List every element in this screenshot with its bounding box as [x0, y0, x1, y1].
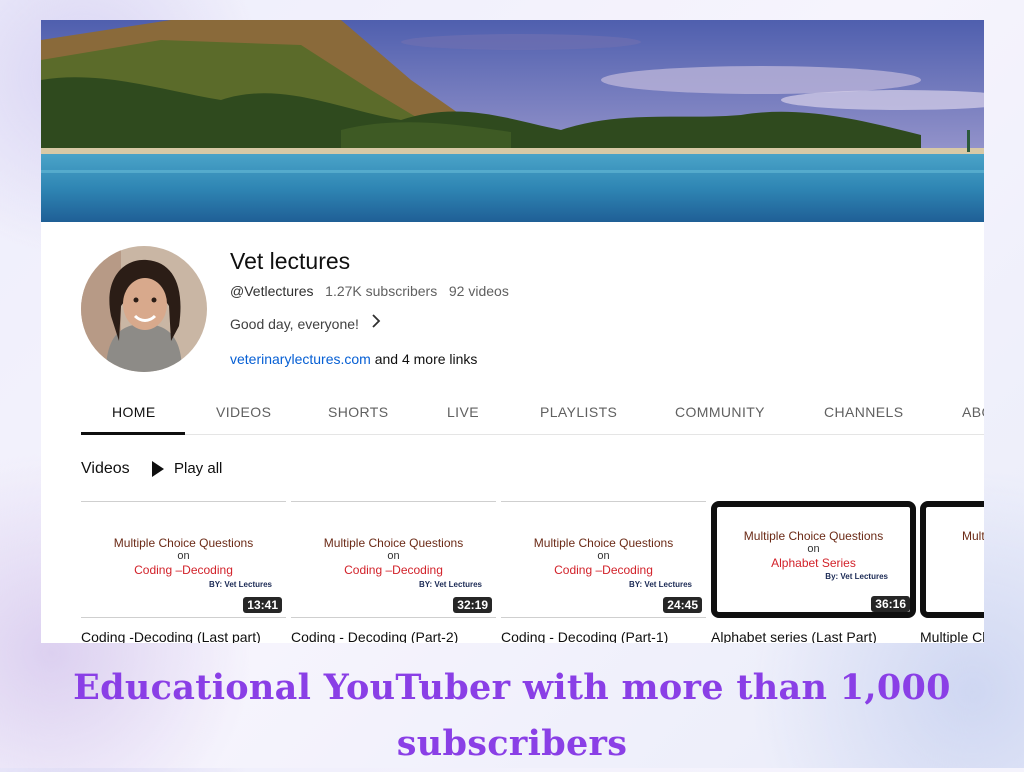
channel-website-link[interactable]: veterinarylectures.com [230, 351, 371, 367]
tab-playlists[interactable]: PLAYLISTS [540, 404, 617, 420]
thumbnail-text-line2: on [387, 550, 400, 562]
channel-tabs: HOME VIDEOS SHORTS LIVE PLAYLISTS COMMUN… [81, 390, 984, 435]
play-all-button[interactable]: Play all [152, 460, 222, 477]
tab-channels[interactable]: CHANNELS [824, 404, 903, 420]
thumbnail-text-line1: Multiple Choice Questions [113, 536, 254, 550]
video-title[interactable]: Coding - Decoding (Part-2) [291, 629, 496, 643]
videos-section-title: Videos [81, 460, 130, 477]
thumbnail-text-line1: Multiple Choice Questions [533, 536, 674, 550]
tab-videos[interactable]: VIDEOS [216, 404, 271, 420]
tab-shorts[interactable]: SHORTS [328, 404, 389, 420]
description-text: Good day, everyone! [230, 315, 359, 332]
tab-live[interactable]: LIVE [447, 404, 479, 420]
video-card[interactable]: Mult Multiple Cl [920, 501, 984, 643]
channel-banner [41, 20, 984, 222]
thumbnail-author: By: Vet Lectures [825, 572, 888, 581]
video-thumbnail[interactable]: Multiple Choice Questions on Coding –Dec… [501, 501, 706, 618]
thumbnail-text-line1: Multiple Choice Questions [743, 529, 884, 543]
video-duration: 13:41 [243, 597, 282, 613]
video-card[interactable]: Multiple Choice Questions on Coding –Dec… [81, 501, 286, 643]
video-card[interactable]: Multiple Choice Questions on Alphabet Se… [711, 501, 916, 643]
video-thumbnail[interactable]: Mult [920, 501, 984, 618]
video-title[interactable]: Alphabet series (Last Part) [711, 629, 916, 643]
thumbnail-text-line2: on [807, 543, 820, 555]
thumbnail-text-line1: Mult [962, 529, 984, 543]
thumbnail-text-line3: Alphabet Series [771, 556, 856, 570]
video-thumbnail[interactable]: Multiple Choice Questions on Coding –Dec… [81, 501, 286, 618]
headline-caption: Educational YouTuber with more than 1,00… [73, 667, 951, 764]
video-thumbnail[interactable]: Multiple Choice Questions on Coding –Dec… [291, 501, 496, 618]
video-duration: 24:45 [663, 597, 702, 613]
play-icon [152, 460, 164, 477]
more-links[interactable]: and 4 more links [375, 351, 478, 367]
active-tab-indicator [81, 432, 185, 435]
video-title[interactable]: Multiple Cl [920, 629, 984, 643]
subscriber-count: 1.27K subscribers [325, 283, 438, 299]
video-duration: 32:19 [453, 597, 492, 613]
thumbnail-text-line3: Coding –Decoding [554, 563, 653, 577]
video-thumbnail[interactable]: Multiple Choice Questions on Alphabet Se… [711, 501, 916, 618]
channel-description[interactable]: Good day, everyone! [230, 314, 381, 333]
channel-links: veterinarylectures.com and 4 more links [230, 351, 477, 367]
video-title[interactable]: Coding - Decoding (Part-1) [501, 629, 706, 643]
thumbnail-author: BY: Vet Lectures [209, 580, 272, 589]
thumbnail-text-line2: on [177, 550, 190, 562]
thumbnail-text-line3: Coding –Decoding [344, 563, 443, 577]
tab-home[interactable]: HOME [112, 404, 156, 420]
video-count: 92 videos [448, 283, 509, 299]
channel-avatar[interactable] [81, 246, 207, 372]
channel-page-screenshot: Vet lectures @Vetlectures 1.27K subscrib… [41, 20, 984, 643]
channel-name: Vet lectures [230, 248, 351, 274]
play-all-label: Play all [174, 460, 223, 477]
thumbnail-text-line3: Coding –Decoding [134, 563, 233, 577]
chevron-right-icon[interactable] [371, 314, 381, 333]
tab-community[interactable]: COMMUNITY [675, 404, 765, 420]
video-title[interactable]: Coding -Decoding (Last part) [81, 629, 286, 643]
thumbnail-text-line1: Multiple Choice Questions [323, 536, 464, 550]
video-duration: 36:16 [871, 596, 910, 612]
video-card[interactable]: Multiple Choice Questions on Coding –Dec… [291, 501, 496, 643]
channel-meta: @Vetlectures 1.27K subscribers 92 videos [230, 283, 509, 299]
thumbnail-text-line2: on [597, 550, 610, 562]
thumbnail-author: BY: Vet Lectures [629, 580, 692, 589]
channel-handle: @Vetlectures [230, 283, 314, 299]
tab-about[interactable]: ABOUT [962, 404, 984, 420]
thumbnail-author: BY: Vet Lectures [419, 580, 482, 589]
video-card[interactable]: Multiple Choice Questions on Coding –Dec… [501, 501, 706, 643]
